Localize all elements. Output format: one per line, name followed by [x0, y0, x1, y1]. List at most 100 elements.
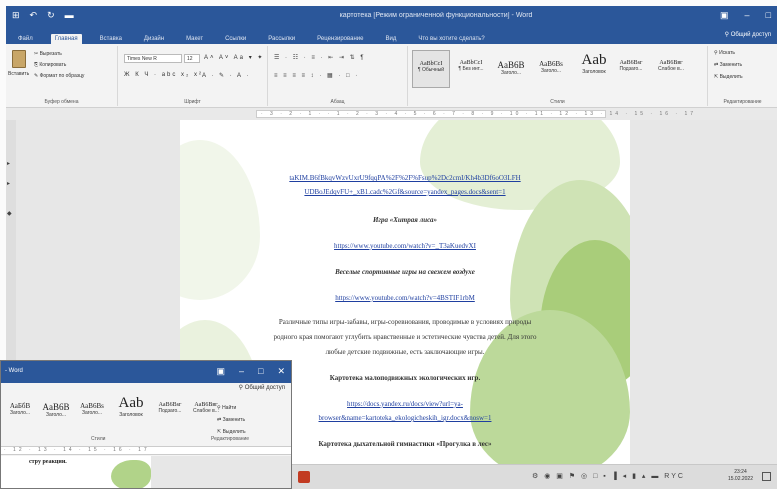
ribbon: Вставить ✂ Вырезать ⎘ Копировать ✎ Форма…	[6, 44, 777, 108]
second-find-button[interactable]: ⚲ Найти	[217, 405, 236, 411]
editing-group-label: Редактирование	[723, 99, 762, 105]
document-link[interactable]: taKIM.B6fBkqvWzvUxrU9fqqPA%2F%2F%Fsup%2D…	[180, 174, 630, 182]
ribbon-tab[interactable]: Что вы хотите сделать?	[414, 34, 488, 44]
ribbon-tab[interactable]: Рецензирование	[313, 34, 367, 44]
style-option[interactable]: AaBbCcI ¶ Обычный	[412, 50, 450, 88]
font-size-select[interactable]: 12	[184, 54, 200, 63]
ribbon-tab[interactable]: Вид	[381, 34, 400, 44]
screenshot-root: ⊞ ↶ ↻ ▬ картотека [Режим ограниченной фу…	[0, 0, 777, 489]
document-paragraph-line: родного края помогают углубить нравствен…	[273, 333, 537, 341]
ribbon-tab[interactable]: Главная	[50, 34, 82, 44]
notifications-icon[interactable]	[762, 472, 771, 481]
second-replace-button[interactable]: ⇄ Заменить	[217, 417, 245, 423]
style-option[interactable]: Aab Заголовок	[572, 50, 616, 88]
ribbon-tab[interactable]: Макет	[182, 34, 207, 44]
maximize-icon[interactable]: □	[258, 366, 263, 377]
customize-icon[interactable]: ▬	[65, 10, 74, 21]
font-color-buttons[interactable]: A · ✎ · A ·	[202, 72, 250, 79]
ribbon-tab[interactable]: Файл	[14, 34, 37, 44]
second-document-page[interactable]: стру реакции.	[1, 456, 151, 488]
share-button[interactable]: ⚲ Общий доступ	[725, 31, 771, 38]
undo-icon[interactable]: ↶	[30, 10, 38, 21]
nav-arrow-icon[interactable]: ▸	[7, 160, 10, 167]
style-preview: Aab	[581, 52, 607, 68]
second-ruler[interactable]: · 12 · 13 · 14 · 15 · 16 · 17	[1, 446, 291, 455]
second-styles-label: Стили	[91, 436, 106, 442]
system-tray[interactable]: ⚙ ◉ ▣ ⚑ ◎ □ ▪ ▐ ◂ ▮ ▴ ▬ RYC	[532, 472, 685, 480]
ribbon-tab[interactable]: Рассылки	[264, 34, 299, 44]
style-option[interactable]: AaB6B Заголо...	[39, 395, 73, 418]
second-share-button[interactable]: ⚲ Общий доступ	[239, 384, 285, 391]
document-link[interactable]: UDBoJEdqvFU+_xB1.cadc%2Gf&source=yandex_…	[180, 188, 630, 196]
second-find-label: Найти	[222, 405, 237, 411]
document-link[interactable]: https://www.youtube.com/watch?v=_T3aKued…	[180, 242, 630, 250]
second-editing-label: Редактирование	[211, 436, 250, 442]
leaf-decoration	[111, 460, 151, 488]
styles-group-label: Стили	[550, 99, 565, 105]
window-title: картотека [Режим ограниченной функционал…	[339, 12, 533, 19]
cut-button[interactable]: ✂ Вырезать	[34, 51, 62, 57]
ruler-ticks: · 3 · 2 · 1 · · 1 · 2 · 3 · 4 · 5 · 6 · …	[261, 111, 697, 117]
clipboard-group: Вставить ✂ Вырезать ⎘ Копировать ✎ Форма…	[6, 46, 118, 106]
style-name: Заголо...	[500, 70, 522, 76]
select-button[interactable]: ⇱ Выделить	[714, 74, 743, 80]
ribbon-tab[interactable]: Вставка	[96, 34, 126, 44]
word-taskbar-icon[interactable]	[298, 471, 310, 483]
paragraph-list-buttons[interactable]: ☰ · ☷ · ≡ · ⇤ ⇥ ⇅ ¶	[274, 54, 366, 61]
font-style-buttons[interactable]: Ж К Ч · abc x₂ x²	[124, 72, 203, 78]
save-icon[interactable]: ⊞	[12, 10, 20, 21]
font-group: Times New R 12 A˄ A˅ Aa ▾ ✦ Ж К Ч · abc …	[118, 46, 268, 106]
style-option[interactable]: Aab Заголовок	[111, 395, 151, 418]
paste-icon[interactable]	[12, 50, 26, 68]
document-paragraph-line: Различные типы игры-забавы, игры-соревно…	[278, 318, 532, 326]
horizontal-ruler[interactable]: · 3 · 2 · 1 · · 1 · 2 · 3 · 4 · 5 · 6 · …	[256, 110, 693, 118]
maximize-icon[interactable]: □	[766, 10, 771, 21]
find-label: Искать	[719, 50, 736, 56]
style-option[interactable]: АаБбВ Заголо...	[3, 395, 37, 416]
second-replace-label: Заменить	[222, 417, 246, 423]
close-icon[interactable]: ✕	[277, 366, 285, 377]
replace-button[interactable]: ⇄ Заменить	[714, 62, 742, 68]
style-name: Подзаго...	[619, 66, 643, 72]
style-option[interactable]: AaB6Bs Заголо...	[532, 50, 570, 88]
style-option[interactable]: AaB6Bs Заголо...	[75, 395, 109, 416]
ribbon-display-icon[interactable]: ▣	[216, 366, 225, 377]
copy-button[interactable]: ⎘ Копировать	[34, 62, 66, 68]
paragraph-align-buttons[interactable]: ≡ ≡ ≡ ≡ ↕ · ▦ · □ ·	[274, 72, 359, 79]
ribbon-tab[interactable]: Ссылки	[221, 34, 250, 44]
style-option[interactable]: AaB6Bsг Подзаго...	[612, 50, 650, 88]
copy-label: Копировать	[39, 62, 67, 68]
style-preview: AaB6B	[497, 60, 525, 70]
find-button[interactable]: ⚲ Искать	[714, 50, 735, 56]
paste-button[interactable]: Вставить	[8, 71, 29, 77]
style-option[interactable]: AaBbCcI ¶ Без инт...	[452, 50, 490, 88]
style-option[interactable]: AaB6Bsг Подзаго...	[153, 395, 187, 414]
replace-label: Заменить	[719, 62, 743, 68]
style-option[interactable]: AaB6B Заголо...	[492, 50, 530, 88]
ribbon-display-icon[interactable]: ▣	[720, 10, 729, 21]
style-name: Заголовок	[119, 412, 143, 418]
second-page-text: стру реакции.	[29, 459, 67, 465]
style-name: Заголо...	[81, 410, 103, 416]
style-name: Слабое в...	[658, 66, 684, 72]
nav-arrow-icon[interactable]: ▸	[7, 180, 10, 187]
redo-icon[interactable]: ↻	[47, 10, 55, 21]
document-heading: Веселые спортивные игры на свежем воздух…	[335, 268, 475, 276]
document-link[interactable]: https://www.youtube.com/watch?v=4BSTIF1r…	[180, 294, 630, 302]
second-share-label: Общий доступ	[244, 385, 285, 391]
second-window-title: - Word	[5, 368, 23, 374]
nav-marker-icon[interactable]: ◆	[7, 210, 12, 217]
minimize-icon[interactable]: –	[745, 10, 750, 21]
style-option[interactable]: AaB6Bвг Слабое в...	[652, 50, 690, 88]
second-select-button[interactable]: ⇱ Выделить	[217, 429, 246, 435]
font-name-select[interactable]: Times New R	[124, 54, 182, 63]
quick-access-toolbar: ⊞ ↶ ↻ ▬	[12, 10, 74, 21]
format-painter-button[interactable]: ✎ Формат по образцу	[34, 73, 84, 79]
minimize-icon[interactable]: –	[239, 366, 244, 377]
clock[interactable]: 23:24 15.02.2022	[728, 469, 753, 483]
select-label: Выделить	[719, 74, 743, 80]
font-size-buttons[interactable]: A˄ A˅ Aa ▾ ✦	[204, 54, 264, 61]
second-title-bar: - Word ▣ – □ ✕	[1, 361, 291, 383]
ribbon-tab[interactable]: Дизайн	[140, 34, 168, 44]
share-label: Общий доступ	[730, 32, 771, 38]
